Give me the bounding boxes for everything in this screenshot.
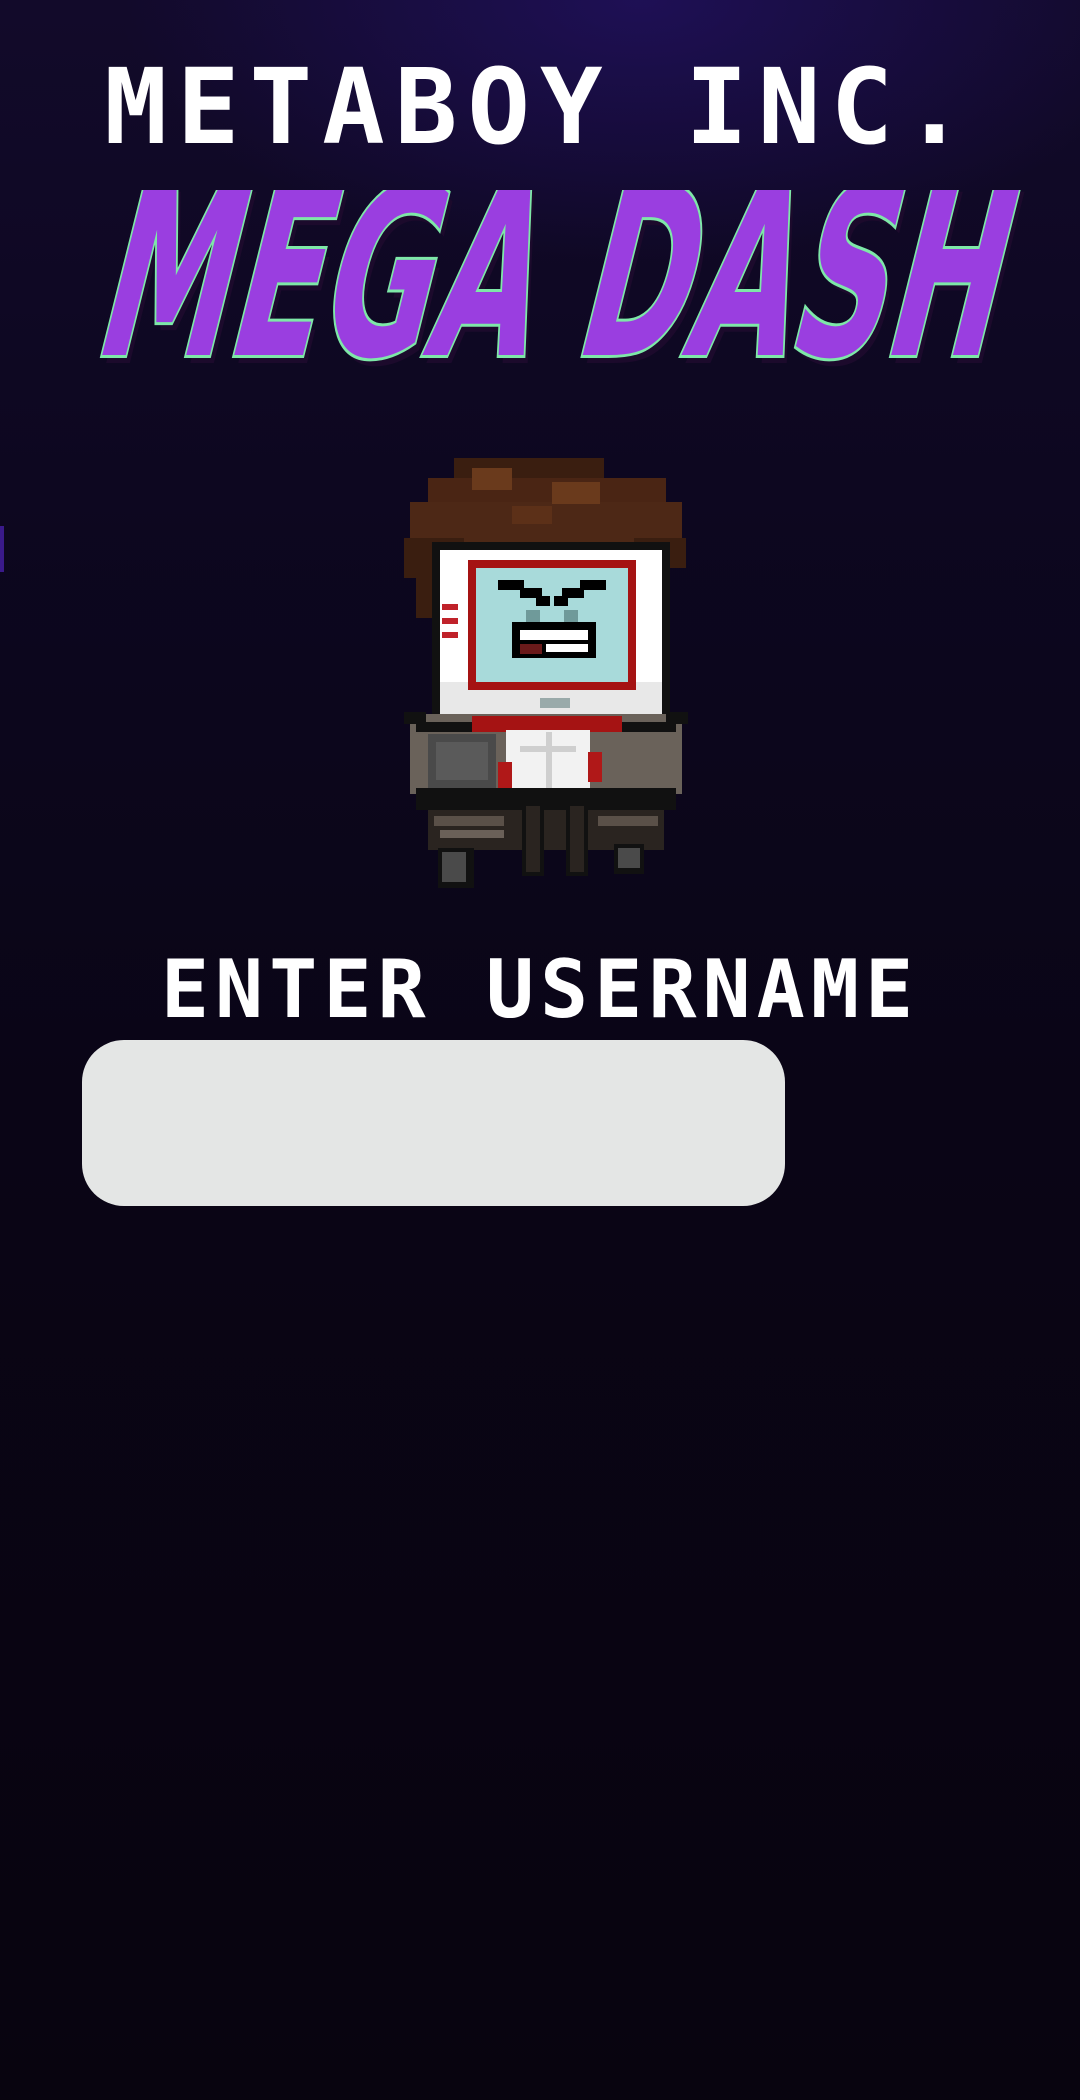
edge-marker	[0, 526, 4, 572]
character-sprite	[404, 458, 688, 888]
metaboy-character	[402, 452, 690, 900]
username-input[interactable]	[82, 1040, 785, 1206]
enter-username-label: ENTER USERNAME	[160, 943, 920, 1036]
character-legs	[416, 788, 676, 888]
company-name: METABOY INC.	[104, 46, 976, 168]
game-title: MEGA DASH MEGA DASH	[0, 190, 1080, 420]
game-title-text: MEGA DASH	[76, 190, 1044, 411]
game-title-logo: MEGA DASH MEGA DASH	[73, 190, 1048, 419]
